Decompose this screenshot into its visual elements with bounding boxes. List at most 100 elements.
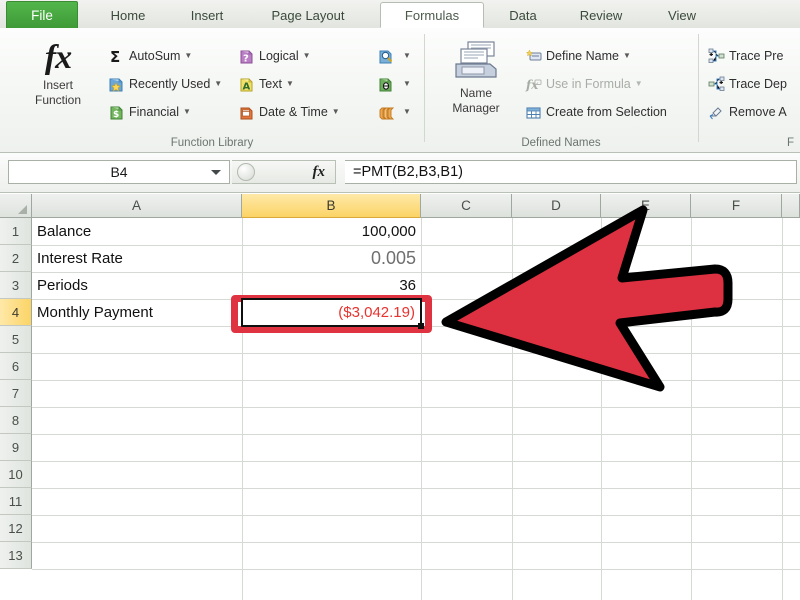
tab-file[interactable]: File bbox=[6, 1, 78, 28]
row-header-11[interactable]: 11 bbox=[0, 488, 32, 515]
column-header-g[interactable] bbox=[782, 194, 800, 218]
column-header-b[interactable]: B bbox=[242, 194, 421, 218]
date-time-label: Date & Time bbox=[259, 105, 328, 119]
tab-view[interactable]: View bbox=[650, 2, 714, 28]
cell-a1[interactable]: Balance bbox=[32, 218, 242, 245]
insert-function-label-line2: Function bbox=[34, 93, 82, 107]
row-header-2[interactable]: 2 bbox=[0, 245, 32, 272]
trace-dependents-label: Trace Dep bbox=[729, 77, 787, 91]
remove-arrows-button[interactable]: Remove A bbox=[708, 100, 787, 124]
chevron-down-icon[interactable]: ▼ bbox=[214, 80, 222, 88]
cell-a4[interactable]: Monthly Payment bbox=[32, 299, 242, 326]
worksheet-grid: A B C D E F 1 2 3 4 5 6 7 8 9 10 11 12 1… bbox=[0, 194, 800, 600]
row-header-4[interactable]: 4 bbox=[0, 299, 32, 326]
gridline-horizontal bbox=[32, 434, 800, 435]
name-manager-label-line1: Name bbox=[459, 86, 492, 100]
ribbon-group-formula-auditing: Trace Pre Trace Dep Remove A F bbox=[700, 30, 800, 150]
tab-page-layout[interactable]: Page Layout bbox=[248, 2, 368, 28]
create-from-selection-button[interactable]: Create from Selection bbox=[525, 100, 667, 124]
select-all-button[interactable] bbox=[0, 194, 32, 218]
recently-used-icon bbox=[108, 76, 125, 93]
financial-button[interactable]: $ Financial ▼ bbox=[108, 100, 191, 124]
trace-dependents-button[interactable]: Trace Dep bbox=[708, 72, 787, 96]
ribbon-tab-bar: File Home Insert Page Layout Formulas Da… bbox=[0, 0, 800, 28]
chevron-down-icon[interactable]: ▼ bbox=[403, 108, 411, 116]
row-header-6[interactable]: 6 bbox=[0, 353, 32, 380]
formula-bar-buttons: fx bbox=[232, 160, 336, 184]
define-name-label: Define Name bbox=[546, 49, 619, 63]
cell-b2[interactable]: 0.005 bbox=[242, 245, 421, 272]
column-header-a[interactable]: A bbox=[32, 194, 242, 218]
insert-function-icon[interactable]: fx bbox=[313, 164, 326, 181]
row-header-13[interactable]: 13 bbox=[0, 542, 32, 569]
group-separator bbox=[698, 34, 699, 142]
gridline-horizontal bbox=[32, 353, 800, 354]
column-header-c[interactable]: C bbox=[421, 194, 512, 218]
date-time-icon bbox=[238, 104, 255, 121]
function-library-group-label: Function Library bbox=[170, 137, 254, 149]
logical-label: Logical bbox=[259, 49, 299, 63]
column-header-e[interactable]: E bbox=[601, 194, 691, 218]
cell-b1[interactable]: 100,000 bbox=[242, 218, 421, 245]
recently-used-button[interactable]: Recently Used ▼ bbox=[108, 72, 222, 96]
text-button[interactable]: A Text ▼ bbox=[238, 72, 294, 96]
chevron-down-icon[interactable]: ▼ bbox=[303, 52, 311, 60]
insert-function-button[interactable]: fx Insert Function bbox=[14, 38, 102, 108]
chevron-down-icon[interactable]: ▼ bbox=[623, 52, 631, 60]
chevron-down-icon[interactable]: ▼ bbox=[286, 80, 294, 88]
more-functions-button[interactable]: ▼ bbox=[378, 100, 411, 124]
use-in-formula-button[interactable]: fx Use in Formula ▼ bbox=[525, 72, 643, 96]
selected-cell-b4[interactable]: ($3,042.19) bbox=[241, 298, 422, 327]
name-box[interactable]: B4 bbox=[8, 160, 230, 184]
logical-button[interactable]: ? Logical ▼ bbox=[238, 44, 311, 68]
row-header-7[interactable]: 7 bbox=[0, 380, 32, 407]
chevron-down-icon[interactable] bbox=[211, 170, 221, 175]
financial-icon: $ bbox=[108, 104, 125, 121]
remove-arrows-icon bbox=[708, 104, 725, 121]
row-header-8[interactable]: 8 bbox=[0, 407, 32, 434]
fill-handle[interactable] bbox=[418, 323, 424, 329]
formula-input[interactable]: =PMT(B2,B3,B1) bbox=[345, 160, 797, 184]
row-header-5[interactable]: 5 bbox=[0, 326, 32, 353]
lookup-reference-button[interactable]: ▼ bbox=[378, 44, 411, 68]
chevron-down-icon[interactable]: ▼ bbox=[635, 80, 643, 88]
name-manager-button[interactable]: Name Manager bbox=[435, 40, 517, 116]
cell-b4-value: ($3,042.19) bbox=[338, 304, 415, 321]
math-trig-icon bbox=[378, 76, 395, 93]
chevron-down-icon[interactable]: ▼ bbox=[183, 108, 191, 116]
date-time-button[interactable]: Date & Time ▼ bbox=[238, 100, 340, 124]
tab-data[interactable]: Data bbox=[492, 2, 554, 28]
autosum-button[interactable]: Σ AutoSum ▼ bbox=[108, 44, 192, 68]
chevron-down-icon[interactable]: ▼ bbox=[403, 80, 411, 88]
cancel-button[interactable] bbox=[237, 163, 255, 181]
name-manager-icon bbox=[450, 40, 502, 86]
text-label: Text bbox=[259, 77, 282, 91]
column-header-f[interactable]: F bbox=[691, 194, 782, 218]
row-header-9[interactable]: 9 bbox=[0, 434, 32, 461]
gridline-horizontal bbox=[32, 569, 800, 570]
trace-precedents-button[interactable]: Trace Pre bbox=[708, 44, 783, 68]
chevron-down-icon[interactable]: ▼ bbox=[403, 52, 411, 60]
tab-formulas[interactable]: Formulas bbox=[380, 2, 484, 28]
chevron-down-icon[interactable]: ▼ bbox=[184, 52, 192, 60]
row-header-3[interactable]: 3 bbox=[0, 272, 32, 299]
math-trig-button[interactable]: ▼ bbox=[378, 72, 411, 96]
column-header-d[interactable]: D bbox=[512, 194, 601, 218]
row-header-10[interactable]: 10 bbox=[0, 461, 32, 488]
tab-home[interactable]: Home bbox=[90, 2, 166, 28]
formula-value: =PMT(B2,B3,B1) bbox=[353, 164, 463, 180]
define-name-button[interactable]: Define Name ▼ bbox=[525, 44, 631, 68]
row-header-1[interactable]: 1 bbox=[0, 218, 32, 245]
use-in-formula-label: Use in Formula bbox=[546, 77, 631, 91]
trace-precedents-label: Trace Pre bbox=[729, 49, 784, 63]
tab-review[interactable]: Review bbox=[560, 2, 642, 28]
gridline-horizontal bbox=[32, 515, 800, 516]
text-icon: A bbox=[238, 76, 255, 93]
cell-a3[interactable]: Periods bbox=[32, 272, 242, 299]
cell-a2[interactable]: Interest Rate bbox=[32, 245, 242, 272]
chevron-down-icon[interactable]: ▼ bbox=[332, 108, 340, 116]
tab-insert[interactable]: Insert bbox=[172, 2, 242, 28]
define-name-icon bbox=[525, 48, 542, 65]
row-header-12[interactable]: 12 bbox=[0, 515, 32, 542]
create-from-selection-label: Create from Selection bbox=[546, 105, 667, 119]
